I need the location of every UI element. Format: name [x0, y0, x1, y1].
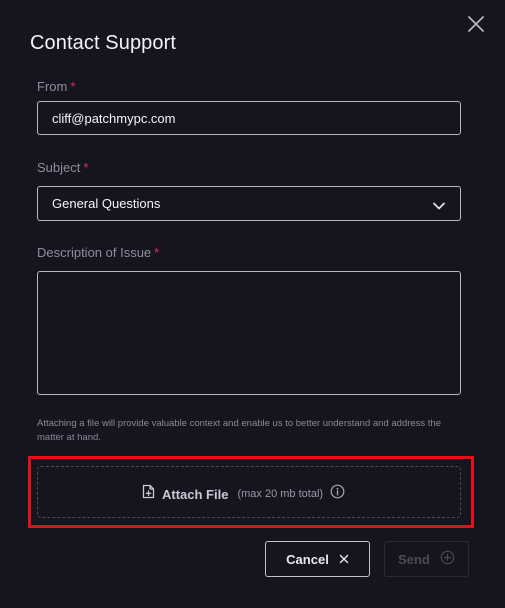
- file-plus-icon: [142, 484, 155, 504]
- subject-label-text: Subject: [37, 160, 81, 175]
- close-icon[interactable]: [466, 14, 486, 34]
- dialog-title: Contact Support: [30, 32, 177, 54]
- attach-file-label: Attach File: [162, 486, 229, 502]
- from-value: cliff@patchmypc.com: [52, 111, 176, 126]
- subject-label: Subject *: [37, 160, 88, 175]
- plus-circle-icon: [440, 550, 455, 568]
- from-label: From *: [37, 79, 75, 94]
- attach-file-content: Attach File (max 20 mb total): [142, 484, 345, 504]
- chevron-down-icon: [432, 198, 446, 210]
- attach-file-dropzone[interactable]: Attach File (max 20 mb total): [37, 466, 461, 518]
- x-icon: [339, 552, 349, 567]
- description-label: Description of Issue *: [37, 245, 159, 260]
- subject-value: General Questions: [52, 196, 161, 211]
- from-field[interactable]: cliff@patchmypc.com: [37, 101, 461, 135]
- send-label: Send: [398, 551, 430, 567]
- required-mark: *: [154, 245, 160, 260]
- attach-size-note: (max 20 mb total): [237, 488, 324, 500]
- contact-support-dialog: Contact Support From * cliff@patchmypc.co…: [0, 0, 505, 608]
- description-textarea[interactable]: [37, 271, 461, 395]
- required-mark: *: [83, 160, 89, 175]
- from-label-text: From: [37, 79, 68, 94]
- send-button[interactable]: Send: [384, 541, 469, 577]
- subject-select[interactable]: General Questions: [37, 186, 461, 221]
- attach-hint-text: Attaching a file will provide valuable c…: [37, 418, 442, 443]
- description-label-text: Description of Issue: [37, 245, 152, 260]
- info-icon[interactable]: [330, 484, 345, 504]
- required-mark: *: [70, 79, 76, 94]
- cancel-button[interactable]: Cancel: [265, 541, 370, 577]
- cancel-label: Cancel: [286, 551, 329, 567]
